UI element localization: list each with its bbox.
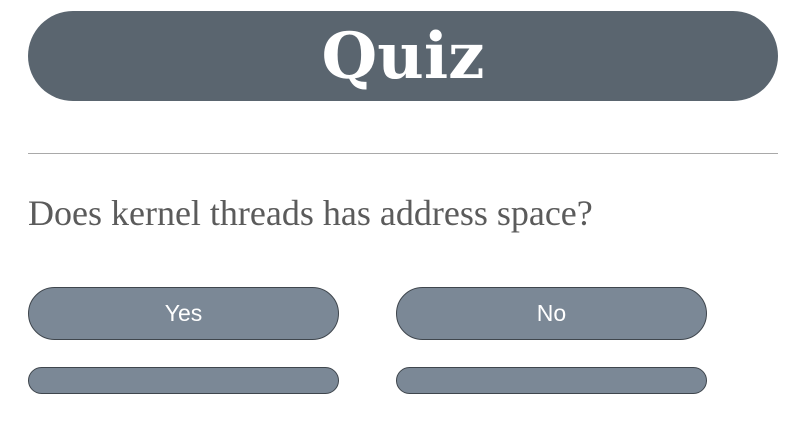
answer-blank-button-left[interactable]	[28, 367, 339, 394]
title-banner: Quiz	[28, 11, 778, 101]
answer-yes-button[interactable]: Yes	[28, 287, 339, 340]
answer-yes-label: Yes	[164, 300, 203, 326]
answer-no-button[interactable]: No	[396, 287, 707, 340]
answer-blank-button-right[interactable]	[396, 367, 707, 394]
page-title: Quiz	[321, 19, 485, 94]
answer-no-label: No	[536, 300, 567, 326]
question-text: Does kernel threads has address space?	[28, 193, 593, 233]
quiz-page: Quiz Does kernel threads has address spa…	[0, 0, 785, 445]
divider	[28, 153, 778, 154]
